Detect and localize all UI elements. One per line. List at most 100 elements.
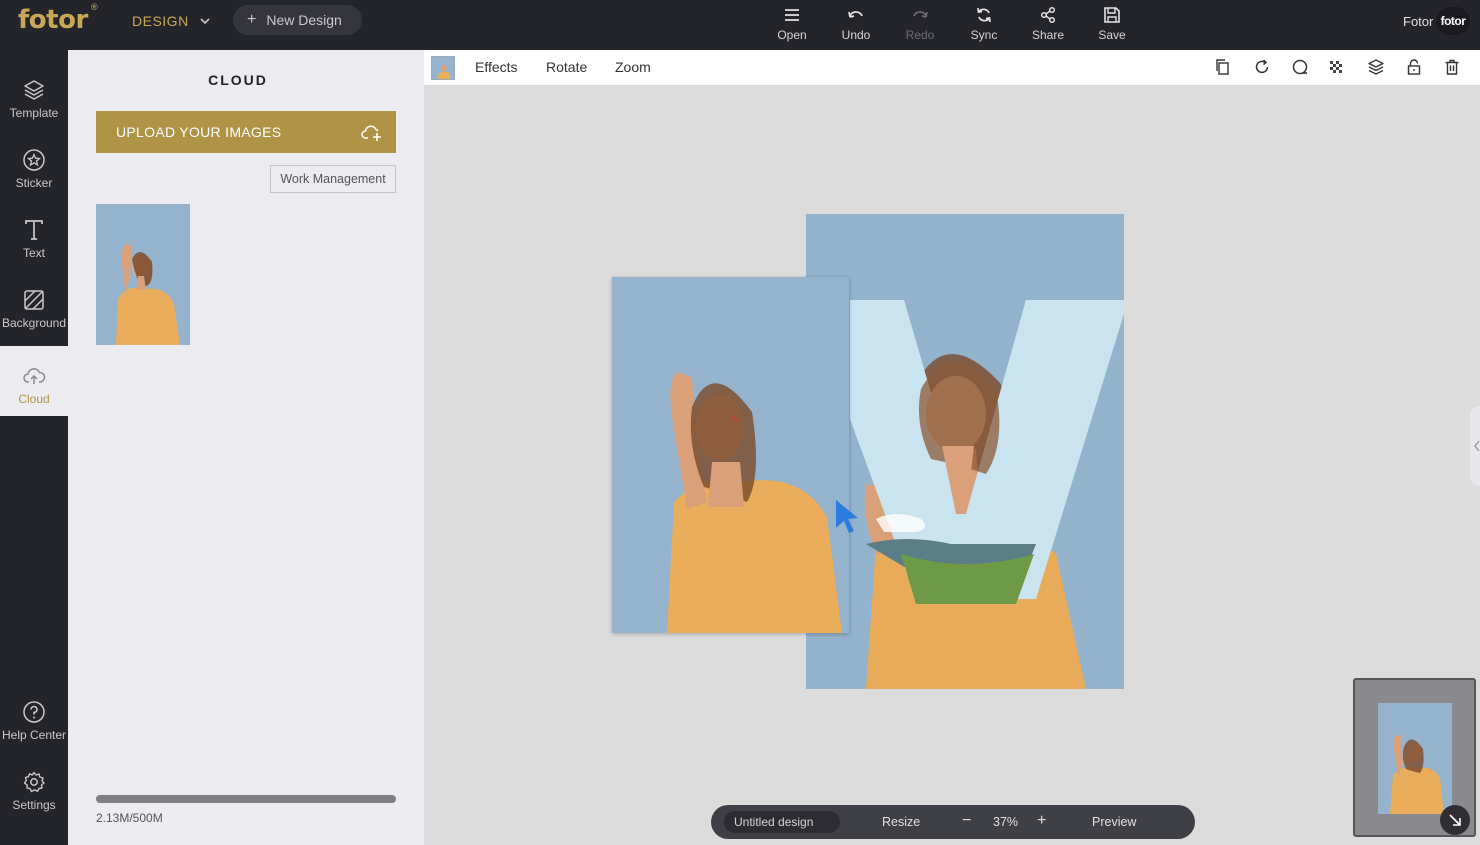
uploaded-image-thumbnail[interactable] — [96, 204, 190, 345]
minimap-preview — [1378, 703, 1452, 814]
cursor-arrow-icon — [836, 500, 858, 533]
sync-label: Sync — [970, 28, 998, 42]
zoom-out-button[interactable]: − — [962, 812, 971, 830]
save-label: Save — [1098, 28, 1126, 42]
rail-label-background: Background — [1, 316, 67, 330]
gear-icon — [23, 771, 45, 793]
redo-label: Redo — [905, 28, 935, 42]
arrow-down-right-icon — [1449, 814, 1461, 826]
rail-item-template[interactable]: Template — [0, 78, 68, 148]
sync-button[interactable]: Sync — [954, 5, 1014, 42]
rail-label-text: Text — [22, 246, 45, 260]
left-rail: Template Sticker Text Background Cloud H… — [0, 50, 68, 845]
lock-button[interactable] — [1405, 58, 1423, 76]
cloud-plus-icon — [361, 125, 381, 141]
undo-icon — [848, 11, 863, 18]
photo-woman-image — [96, 204, 190, 345]
refresh-icon — [1255, 59, 1269, 74]
plus-icon: + — [247, 11, 257, 28]
open-button[interactable]: Open — [762, 5, 822, 42]
rail-label-sticker: Sticker — [15, 176, 53, 190]
rail-item-cloud[interactable]: Cloud — [0, 346, 68, 416]
tab-zoom[interactable]: Zoom — [615, 59, 651, 75]
open-label: Open — [777, 28, 807, 42]
share-button[interactable]: Share — [1018, 5, 1078, 42]
collapse-panel-tab[interactable] — [1470, 406, 1480, 486]
copy-icon — [1216, 59, 1229, 75]
fotor-logo[interactable]: fotor ® — [18, 3, 99, 35]
chevron-left-icon — [1474, 440, 1480, 452]
design-page-photo[interactable] — [612, 277, 849, 633]
design-mode-dropdown[interactable]: DESIGN — [132, 13, 211, 29]
tab-rotate[interactable]: Rotate — [546, 59, 587, 75]
panel-title: CLOUD — [208, 72, 268, 88]
lock-icon — [1407, 59, 1421, 75]
text-icon — [25, 220, 43, 240]
logo-text: fotor — [18, 5, 88, 35]
transparency-icon — [1330, 61, 1342, 73]
help-icon — [23, 701, 45, 723]
refresh-button[interactable] — [1253, 58, 1271, 76]
layers-icon — [1368, 59, 1384, 75]
rail-label-template: Template — [9, 106, 59, 120]
new-design-label: New Design — [266, 12, 342, 28]
design-page-main[interactable] — [806, 214, 1124, 689]
save-icon — [1104, 7, 1120, 23]
rail-label-settings: Settings — [12, 798, 56, 812]
design-mode-label: DESIGN — [132, 13, 189, 29]
mask-button[interactable] — [1291, 58, 1309, 76]
v-letter-photo-image — [806, 214, 1124, 689]
user-name[interactable]: Fotor — [1403, 14, 1433, 29]
design-canvas[interactable] — [424, 86, 1480, 845]
cloud-upload-icon — [23, 368, 46, 384]
woman-photo-image — [612, 277, 849, 633]
cloud-panel: CLOUD UPLOAD YOUR IMAGES Work Management… — [68, 50, 424, 845]
minimap-toggle-button[interactable] — [1440, 805, 1470, 835]
top-bar: fotor ® DESIGN + New Design Open Undo Red… — [0, 0, 1480, 50]
layers-button[interactable] — [1367, 58, 1385, 76]
undo-button[interactable]: Undo — [826, 5, 886, 42]
resize-button[interactable]: Resize — [882, 815, 920, 829]
tab-effects[interactable]: Effects — [475, 59, 518, 75]
preview-button[interactable]: Preview — [1092, 815, 1136, 829]
new-design-button[interactable]: + New Design — [233, 5, 362, 35]
star-badge-icon — [23, 149, 45, 171]
storage-usage-text: 2.13M/500M — [96, 811, 163, 825]
rail-item-text[interactable]: Text — [0, 218, 68, 288]
bottom-bar: Untitled design Resize − 37% + Preview — [711, 805, 1195, 839]
selected-image-thumbnail[interactable] — [431, 56, 455, 80]
rail-item-settings[interactable]: Settings — [0, 770, 68, 840]
rail-item-help-center[interactable]: Help Center — [0, 700, 68, 770]
transparency-button[interactable] — [1327, 58, 1345, 76]
avatar[interactable]: fotor — [1436, 7, 1470, 35]
redo-icon — [913, 11, 928, 18]
work-management-button[interactable]: Work Management — [270, 165, 396, 193]
upload-images-button[interactable]: UPLOAD YOUR IMAGES — [96, 111, 396, 153]
redo-button[interactable]: Redo — [890, 5, 950, 42]
mask-icon — [1292, 59, 1308, 75]
share-label: Share — [1031, 28, 1065, 42]
storage-usage-bar — [96, 795, 396, 803]
undo-label: Undo — [841, 28, 871, 42]
share-icon — [1040, 6, 1056, 24]
zoom-level: 37% — [993, 815, 1019, 829]
registered-mark: ® — [89, 3, 99, 14]
zoom-in-button[interactable]: + — [1037, 812, 1046, 830]
layers-icon — [24, 80, 44, 100]
photo-mini-image — [432, 57, 454, 79]
minimap[interactable] — [1353, 678, 1476, 837]
trash-icon — [1445, 59, 1459, 75]
design-name-field[interactable]: Untitled design — [724, 811, 840, 833]
upload-label: UPLOAD YOUR IMAGES — [116, 124, 282, 140]
save-button[interactable]: Save — [1082, 5, 1142, 42]
rail-label-cloud: Cloud — [18, 392, 50, 406]
background-hatch-icon — [24, 290, 44, 310]
rail-item-sticker[interactable]: Sticker — [0, 148, 68, 218]
chevron-down-icon — [200, 18, 210, 25]
copy-button[interactable] — [1214, 58, 1232, 76]
edit-toolbar: Effects Rotate Zoom — [424, 50, 1480, 86]
sync-icon — [977, 7, 991, 23]
delete-button[interactable] — [1443, 58, 1461, 76]
minimap-photo-image — [1378, 703, 1452, 814]
menu-icon — [785, 9, 799, 21]
